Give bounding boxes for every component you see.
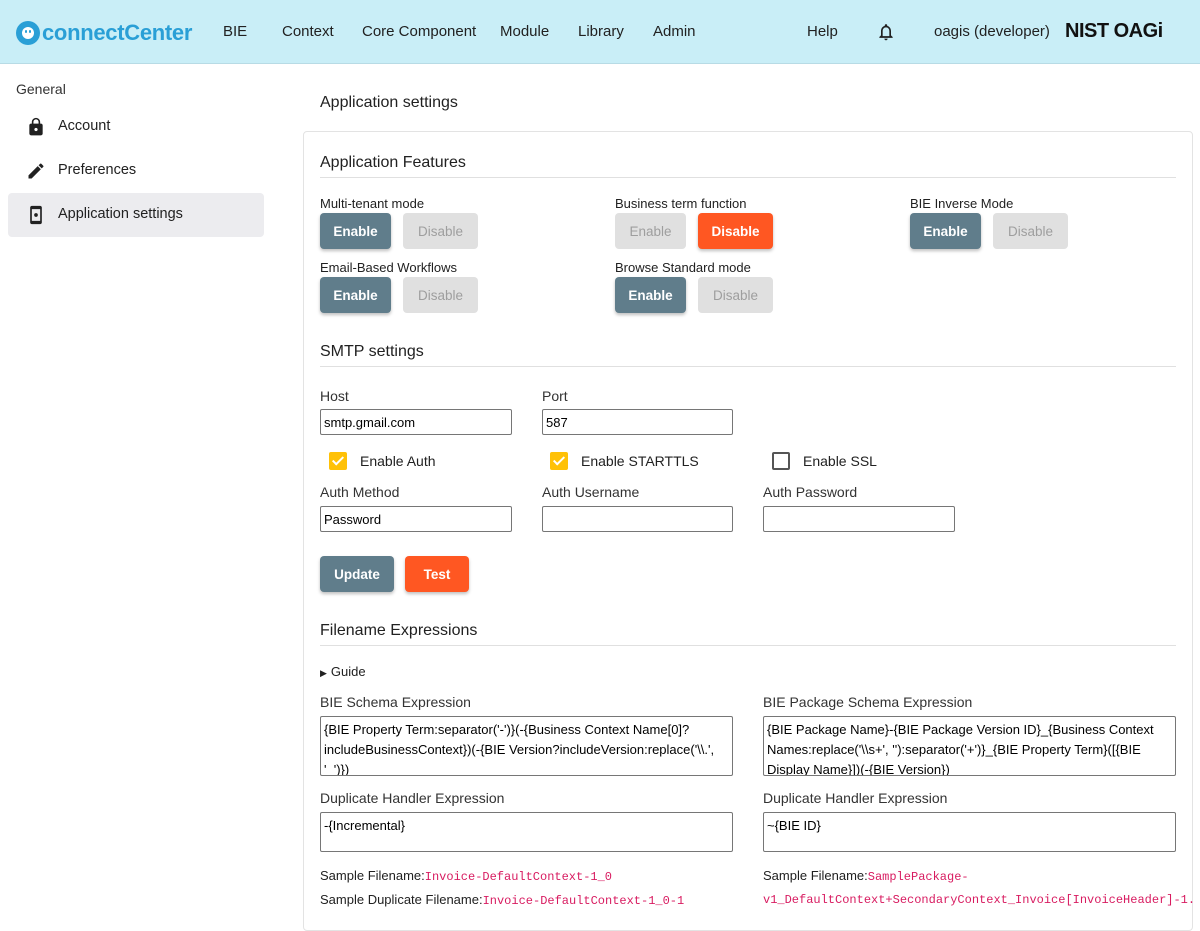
nav-module[interactable]: Module (500, 23, 549, 40)
business-term-label: Business term function (615, 196, 747, 211)
sample-filename-value: Invoice-DefaultContext-1_0 (424, 870, 613, 884)
business-term-disable-button[interactable]: Disable (698, 213, 773, 249)
auth-password-input[interactable] (763, 506, 955, 532)
test-button[interactable]: Test (405, 556, 469, 592)
enable-ssl-checkbox[interactable] (772, 452, 790, 470)
enable-auth-label: Enable Auth (360, 453, 436, 469)
bie-inverse-disable-button[interactable]: Disable (993, 213, 1068, 249)
page-title: Application settings (320, 94, 458, 111)
port-input[interactable] (542, 409, 733, 435)
divider (320, 177, 1176, 178)
multi-tenant-enable-button[interactable]: Enable (320, 213, 391, 249)
settings-sidebar: General Account Preferences Application … (0, 64, 280, 913)
enable-auth-checkbox[interactable] (329, 452, 347, 470)
bie-package-schema-expression-label: BIE Package Schema Expression (763, 694, 973, 710)
enable-starttls-label: Enable STARTTLS (581, 453, 699, 469)
bie-package-schema-expression-textarea[interactable]: {BIE Package Name}-{BIE Package Version … (763, 716, 1176, 776)
bie-inverse-enable-button[interactable]: Enable (910, 213, 981, 249)
sample-filename-right: Sample Filename:SamplePackage- (763, 868, 969, 884)
auth-username-input[interactable] (542, 506, 733, 532)
app-logo[interactable]: connectCenter (16, 19, 192, 47)
nav-help[interactable]: Help (807, 23, 838, 40)
sample-filename-label: Sample Filename: (320, 868, 425, 883)
app-settings-icon (30, 205, 42, 225)
sample-filename-right-continued: v1_DefaultContext+SecondaryContext_Invoi… (763, 891, 1195, 907)
auth-method-field[interactable] (320, 506, 512, 532)
enable-starttls-checkbox[interactable] (550, 452, 568, 470)
email-workflows-label: Email-Based Workflows (320, 260, 458, 275)
nav-admin[interactable]: Admin (653, 23, 696, 40)
guide-label: Guide (330, 664, 366, 679)
sidebar-item-preferences[interactable]: Preferences (8, 149, 264, 193)
auth-password-label: Auth Password (763, 484, 858, 500)
sample-duplicate-filename-value: Invoice-DefaultContext-1_0-1 (482, 894, 685, 908)
top-app-bar: connectCenter BIE Context Core Component… (0, 0, 1200, 64)
pencil-icon (28, 163, 44, 179)
nist-oagi-logo: NIST OAGi (1065, 20, 1163, 42)
sample-duplicate-filename-left: Sample Duplicate Filename:Invoice-Defaul… (320, 892, 684, 908)
features-section-title: Application Features (320, 154, 466, 171)
email-workflows-disable-button[interactable]: Disable (403, 277, 478, 313)
sidebar-item-label: Account (58, 118, 111, 134)
sidebar-item-label: Application settings (58, 206, 183, 222)
bie-schema-expression-textarea[interactable]: {BIE Property Term:separator('-')}(-{Bus… (320, 716, 733, 776)
notification-bell-icon[interactable] (876, 22, 896, 42)
auth-username-label: Auth Username (542, 484, 640, 500)
business-term-enable-button[interactable]: Enable (615, 213, 686, 249)
browse-standard-enable-button[interactable]: Enable (615, 277, 686, 313)
logo-text: connectCenter (42, 20, 193, 45)
guide-toggle[interactable]: ▶ Guide (320, 664, 366, 679)
sample-filename-value-line2: v1_DefaultContext+SecondaryContext_Invoi… (763, 893, 1196, 907)
sample-duplicate-filename-label: Sample Duplicate Filename: (320, 892, 483, 907)
email-workflows-enable-button[interactable]: Enable (320, 277, 391, 313)
duplicate-handler-textarea-left[interactable]: -{Incremental} (320, 812, 733, 852)
duplicate-handler-label-right: Duplicate Handler Expression (763, 790, 948, 806)
sidebar-item-application-settings[interactable]: Application settings (8, 193, 264, 237)
duplicate-handler-label-left: Duplicate Handler Expression (320, 790, 505, 806)
divider (320, 366, 1176, 367)
filename-section-title: Filename Expressions (320, 622, 478, 639)
port-label: Port (542, 388, 568, 404)
multi-tenant-disable-button[interactable]: Disable (403, 213, 478, 249)
sample-filename-value-line1: SamplePackage- (867, 870, 969, 884)
sample-filename-left: Sample Filename:Invoice-DefaultContext-1… (320, 868, 612, 884)
nav-bie[interactable]: BIE (223, 23, 247, 40)
disclosure-triangle-icon: ▶ (320, 668, 327, 678)
lock-icon (29, 117, 43, 136)
sidebar-item-label: Preferences (58, 162, 137, 178)
browse-standard-label: Browse Standard mode (615, 260, 751, 275)
sample-filename-label: Sample Filename: (763, 868, 868, 883)
multi-tenant-label: Multi-tenant mode (320, 196, 425, 211)
host-input[interactable] (320, 409, 512, 435)
sidebar-heading: General (16, 81, 66, 97)
enable-ssl-label: Enable SSL (803, 453, 877, 469)
duplicate-handler-textarea-right[interactable]: ~{BIE ID} (763, 812, 1176, 852)
update-button[interactable]: Update (320, 556, 394, 592)
divider (320, 645, 1176, 646)
smtp-section-title: SMTP settings (320, 343, 424, 360)
connect-logo-icon (16, 21, 40, 45)
bie-schema-expression-label: BIE Schema Expression (320, 694, 471, 710)
bie-inverse-label: BIE Inverse Mode (910, 196, 1014, 211)
nav-context[interactable]: Context (282, 23, 334, 40)
sidebar-item-account[interactable]: Account (8, 105, 264, 149)
browse-standard-disable-button[interactable]: Disable (698, 277, 773, 313)
host-label: Host (320, 388, 349, 404)
nav-core-component[interactable]: Core Component (362, 23, 476, 40)
user-menu[interactable]: oagis (developer) (934, 23, 1050, 40)
nav-library[interactable]: Library (578, 23, 624, 40)
auth-method-label: Auth Method (320, 484, 400, 500)
